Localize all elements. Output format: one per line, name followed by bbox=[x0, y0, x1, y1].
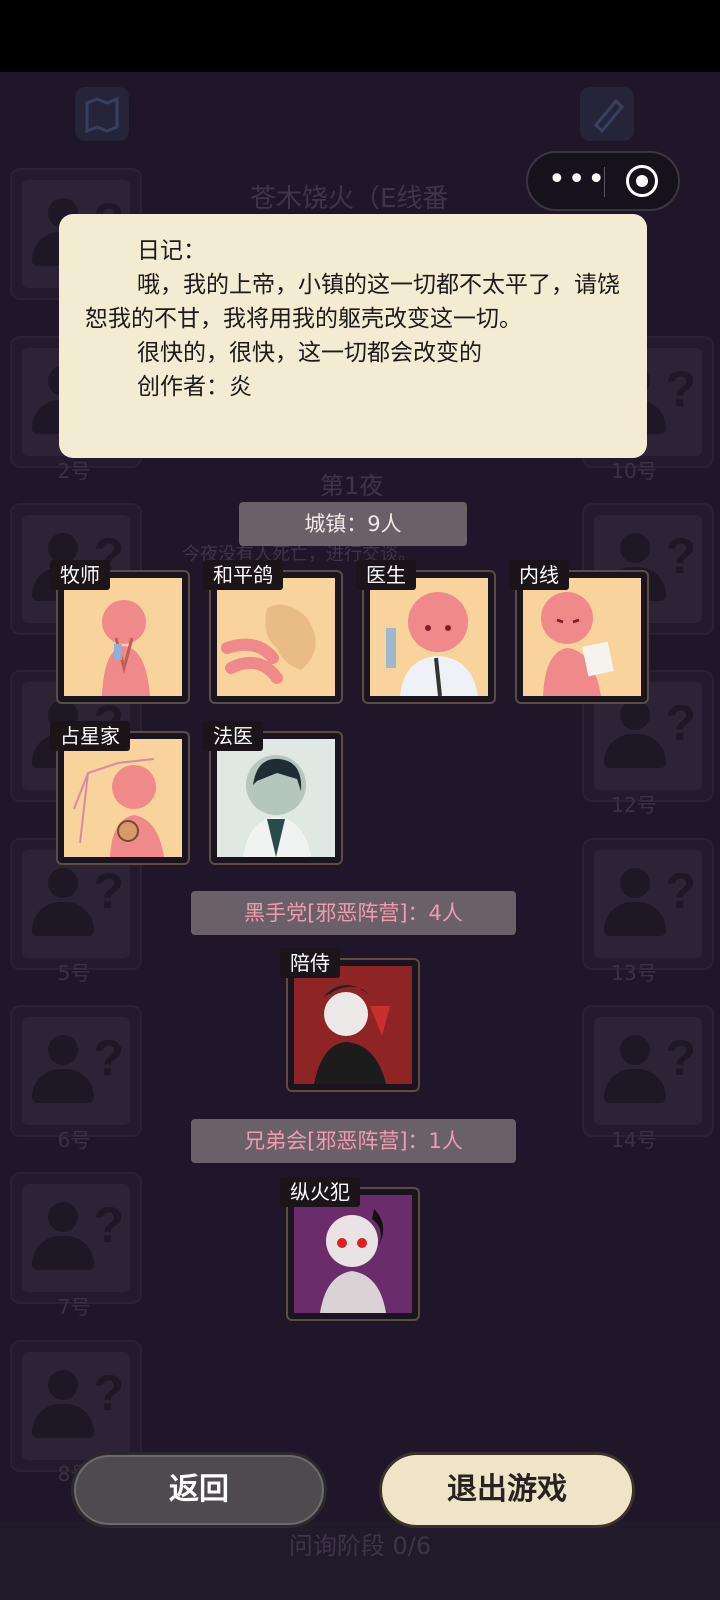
seat-number: 7号 bbox=[57, 1295, 91, 1319]
doctor-portrait bbox=[370, 578, 488, 696]
seat-number: 12号 bbox=[611, 793, 657, 817]
role-name: 陪侍 bbox=[280, 948, 340, 978]
role-name: 法医 bbox=[203, 721, 263, 751]
role-card-arsonist[interactable]: 纵火犯 bbox=[280, 1177, 420, 1321]
seat-card[interactable]: ? bbox=[582, 1005, 714, 1137]
group-header-brotherhood: 兄弟会[邪恶阵营]：1人 bbox=[191, 1119, 516, 1163]
escort-portrait bbox=[294, 966, 412, 1084]
role-card-mole[interactable]: 内线 bbox=[509, 560, 649, 704]
role-card-doctor[interactable]: 医生 bbox=[356, 560, 496, 704]
room-title: 苍木饶火（E线番 bbox=[250, 184, 449, 214]
coroner-portrait bbox=[217, 739, 335, 857]
group-header-town: 城镇：9人 bbox=[239, 502, 467, 546]
diary-line: 哦，我的上帝，小镇的这一切都不太平了，请饶恕我的不甘，我将用我的躯壳改变这一切。 bbox=[85, 272, 620, 332]
seat-number: 13号 bbox=[611, 961, 657, 985]
back-button[interactable]: 返回 bbox=[71, 1452, 327, 1528]
role-card-dove[interactable]: 和平鸽 bbox=[203, 560, 343, 704]
edit-icon[interactable] bbox=[580, 87, 634, 141]
dove-portrait bbox=[217, 578, 335, 696]
arsonist-portrait bbox=[294, 1195, 412, 1313]
map-icon[interactable] bbox=[75, 87, 129, 141]
diary-panel: 日记： 哦，我的上帝，小镇的这一切都不太平了，请饶恕我的不甘，我将用我的躯壳改变… bbox=[59, 214, 647, 458]
miniprogram-capsule: ••• bbox=[526, 151, 680, 211]
role-name: 内线 bbox=[509, 560, 569, 590]
diary-author: 创作者：炎 bbox=[137, 374, 252, 400]
phase-bar: 问询阶段 0/6 bbox=[0, 1522, 720, 1600]
close-target-icon[interactable] bbox=[626, 165, 658, 197]
role-card-astrologer[interactable]: 占星家 bbox=[50, 721, 190, 865]
priest-portrait bbox=[64, 578, 182, 696]
role-name: 牧师 bbox=[50, 560, 110, 590]
exit-game-button[interactable]: 退出游戏 bbox=[379, 1452, 635, 1528]
seat-number: 10号 bbox=[611, 459, 657, 483]
capsule-divider bbox=[604, 167, 605, 197]
seat-card[interactable]: ? bbox=[10, 1005, 142, 1137]
night-label: 第1夜 bbox=[320, 472, 384, 500]
diary-line: 很快的，很快，这一切都会改变的 bbox=[137, 340, 482, 366]
role-name: 医生 bbox=[356, 560, 416, 590]
seat-number: 6号 bbox=[57, 1128, 91, 1152]
seat-number: 14号 bbox=[611, 1128, 657, 1152]
role-name: 占星家 bbox=[50, 721, 130, 751]
group-header-black-hand: 黑手党[邪恶阵营]：4人 bbox=[191, 891, 516, 935]
role-card-priest[interactable]: 牧师 bbox=[50, 560, 190, 704]
mole-portrait bbox=[523, 578, 641, 696]
seat-number: 2号 bbox=[57, 459, 91, 483]
seat-number: 5号 bbox=[57, 961, 91, 985]
role-name: 纵火犯 bbox=[280, 1177, 360, 1207]
seat-card[interactable]: ? bbox=[10, 1172, 142, 1304]
diary-heading: 日记： bbox=[137, 238, 206, 264]
phase-label: 问询阶段 0/6 bbox=[288, 1532, 432, 1560]
seat-card[interactable]: ? bbox=[582, 838, 714, 970]
role-name: 和平鸽 bbox=[203, 560, 283, 590]
role-card-coroner[interactable]: 法医 bbox=[203, 721, 343, 865]
more-icon[interactable]: ••• bbox=[548, 163, 605, 199]
status-bar bbox=[0, 0, 720, 72]
role-card-escort[interactable]: 陪侍 bbox=[280, 948, 420, 1092]
astrologer-portrait bbox=[64, 739, 182, 857]
